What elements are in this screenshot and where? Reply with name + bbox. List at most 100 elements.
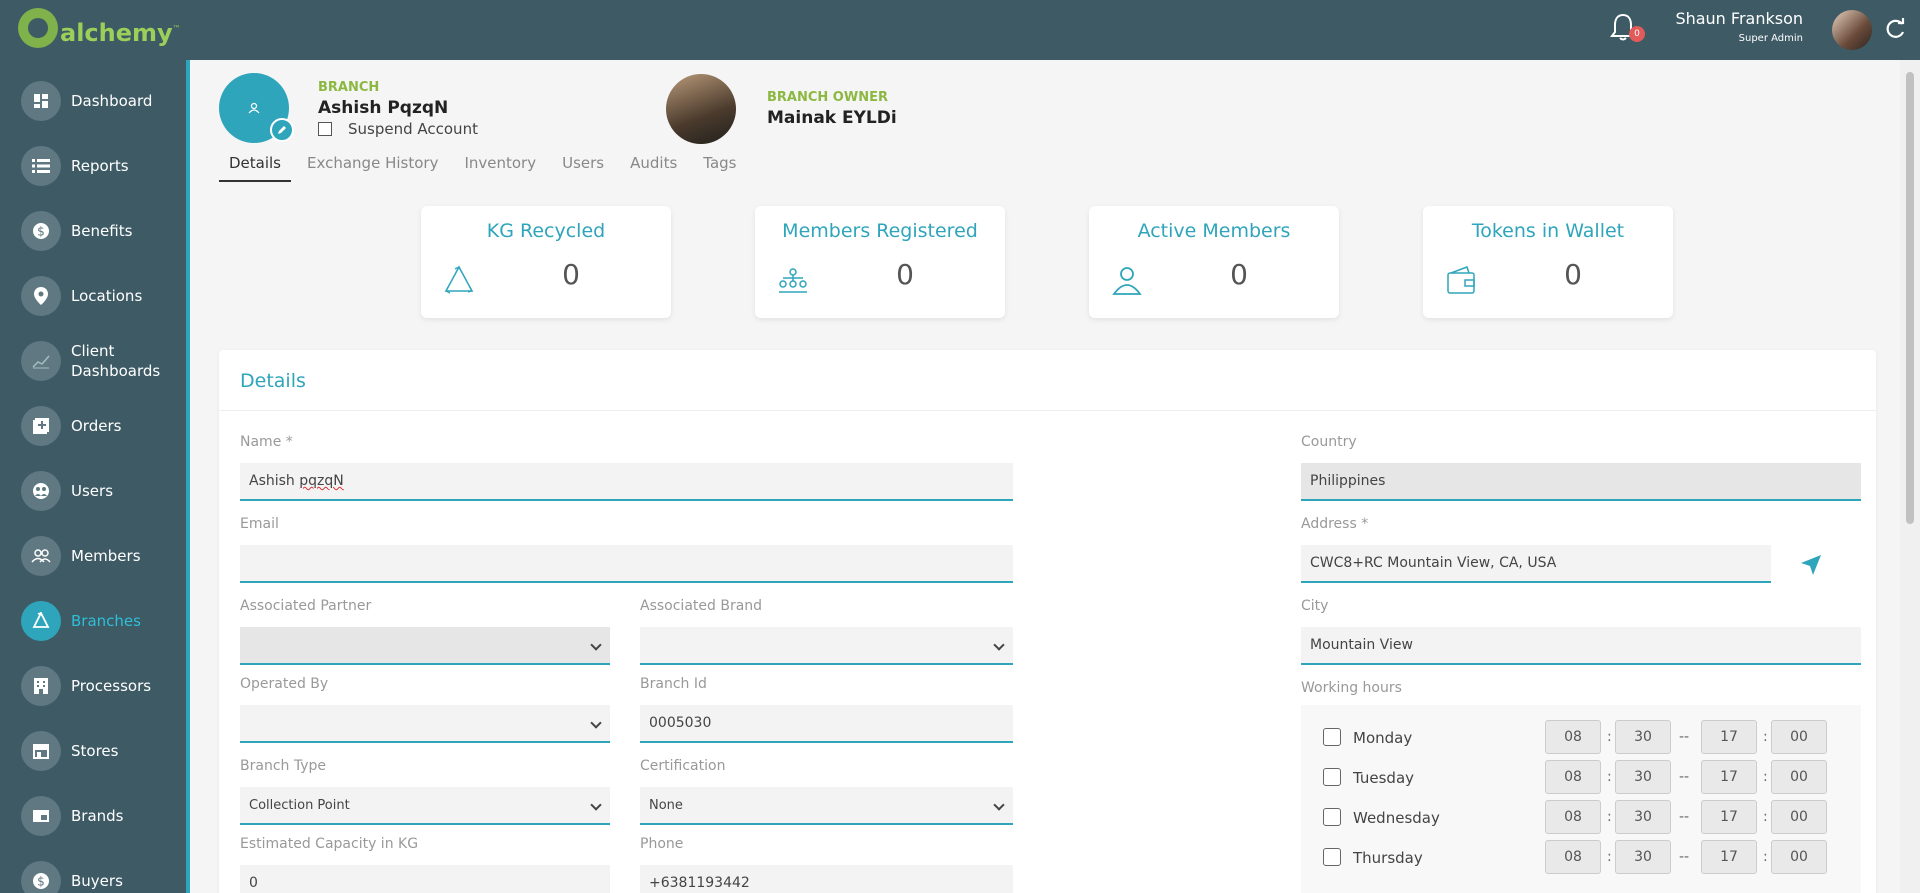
tab-details[interactable]: Details — [219, 154, 292, 182]
close-hour-input[interactable]: 17 — [1701, 800, 1757, 834]
range-separator: -- — [1679, 849, 1690, 865]
branch-type-select[interactable]: Collection Point — [240, 787, 610, 825]
sidebar-item-reports[interactable]: Reports — [0, 138, 186, 194]
day-checkbox[interactable] — [1323, 768, 1341, 786]
svg-text:$: $ — [37, 225, 45, 239]
close-hour-input[interactable]: 17 — [1701, 720, 1757, 754]
dollar-icon: $ — [21, 211, 61, 251]
close-minute-input[interactable]: 00 — [1771, 840, 1827, 874]
day-name: Wednesday — [1353, 809, 1440, 827]
city-input[interactable]: Mountain View — [1301, 627, 1861, 665]
tab-inventory[interactable]: Inventory — [454, 154, 546, 182]
open-minute-input[interactable]: 30 — [1615, 840, 1671, 874]
associated-brand-label: Associated Brand — [640, 598, 763, 614]
sidebar-item-branches[interactable]: Branches — [0, 593, 186, 649]
day-row-wednesday: Wednesday 08 : 30 -- 17 : 00 — [1323, 800, 1843, 834]
day-name: Tuesday — [1353, 769, 1415, 787]
operated-by-label: Operated By — [240, 676, 329, 692]
sidebar-item-orders[interactable]: Orders — [0, 398, 186, 454]
sidebar-item-label-line1: Client — [71, 342, 115, 360]
certification-select[interactable]: None — [640, 787, 1013, 825]
dashboard-icon — [21, 81, 61, 121]
open-hour-input[interactable]: 08 — [1545, 720, 1601, 754]
tab-exchange-history[interactable]: Exchange History — [297, 154, 448, 182]
day-checkbox[interactable] — [1323, 848, 1341, 866]
open-hour-input[interactable]: 08 — [1545, 840, 1601, 874]
branch-name: Ashish PqzqN — [318, 98, 449, 118]
stat-value: 0 — [562, 258, 580, 291]
stat-card-kg-recycled: KG Recycled 0 — [421, 206, 671, 318]
address-label: Address * — [1301, 516, 1369, 532]
branch-id-input[interactable]: 0005030 — [640, 705, 1013, 743]
tab-tags[interactable]: Tags — [693, 154, 746, 182]
stat-value: 0 — [1564, 258, 1582, 291]
logo-text: alchemy — [60, 19, 173, 47]
navigation-arrow-icon[interactable] — [1799, 553, 1823, 577]
operated-by-select[interactable] — [240, 705, 610, 743]
associated-brand-select[interactable] — [640, 627, 1013, 665]
user-name[interactable]: Shaun Frankson — [1675, 9, 1803, 28]
close-minute-input[interactable]: 00 — [1771, 800, 1827, 834]
sidebar-item-label: Orders — [71, 417, 122, 435]
country-input[interactable]: Philippines — [1301, 463, 1861, 501]
range-separator: -- — [1679, 729, 1690, 745]
sidebar-item-dashboard[interactable]: Dashboard — [0, 73, 186, 129]
stat-card-active-members: Active Members 0 — [1089, 206, 1339, 318]
sidebar-item-label: Users — [71, 482, 114, 500]
working-hours-panel: Monday 08 : 30 -- 17 : 00 Tuesday 08 : 3… — [1301, 705, 1861, 893]
open-minute-input[interactable]: 30 — [1615, 760, 1671, 794]
close-minute-input[interactable]: 00 — [1771, 720, 1827, 754]
edit-avatar-button[interactable] — [270, 118, 294, 142]
refresh-icon[interactable] — [1885, 18, 1907, 40]
associated-partner-select[interactable] — [240, 627, 610, 665]
associated-partner-label: Associated Partner — [240, 598, 372, 614]
sidebar-item-label-line2: Dashboards — [71, 362, 161, 380]
stat-card-tokens-in-wallet: Tokens in Wallet 0 — [1423, 206, 1673, 318]
open-hour-input[interactable]: 08 — [1545, 800, 1601, 834]
sidebar-item-client-dashboards[interactable]: Client Dashboards — [0, 333, 186, 389]
time-separator: : — [1763, 809, 1768, 825]
sidebar-item-buyers[interactable]: $ Buyers — [0, 853, 186, 893]
email-input[interactable] — [240, 545, 1013, 583]
open-minute-input[interactable]: 30 — [1615, 720, 1671, 754]
user-avatar[interactable] — [1832, 10, 1872, 50]
branch-id-label: Branch Id — [640, 676, 707, 692]
sidebar-item-benefits[interactable]: $ Benefits — [0, 203, 186, 259]
scrollbar-thumb[interactable] — [1906, 72, 1914, 524]
estimated-capacity-input[interactable]: 0 — [240, 865, 610, 893]
address-input[interactable]: CWC8+RC Mountain View, CA, USA — [1301, 545, 1771, 583]
day-checkbox[interactable] — [1323, 728, 1341, 746]
open-hour-input[interactable]: 08 — [1545, 760, 1601, 794]
close-hour-input[interactable]: 17 — [1701, 840, 1757, 874]
tab-audits[interactable]: Audits — [620, 154, 687, 182]
sidebar-item-stores[interactable]: Stores — [0, 723, 186, 779]
svg-text:$: $ — [37, 875, 45, 889]
day-checkbox[interactable] — [1323, 808, 1341, 826]
tab-users[interactable]: Users — [552, 154, 614, 182]
sidebar-item-brands[interactable]: Brands — [0, 788, 186, 844]
name-input[interactable]: Ashish pqzqN — [240, 463, 1013, 501]
sidebar-item-users[interactable]: Users — [0, 463, 186, 519]
open-minute-input[interactable]: 30 — [1615, 800, 1671, 834]
suspend-account-toggle[interactable]: Suspend Account — [318, 120, 478, 138]
close-minute-input[interactable]: 00 — [1771, 760, 1827, 794]
suspend-account-checkbox[interactable] — [318, 122, 332, 136]
sidebar-item-locations[interactable]: Locations — [0, 268, 186, 324]
details-title: Details — [240, 370, 306, 392]
close-hour-input[interactable]: 17 — [1701, 760, 1757, 794]
add-box-icon — [21, 406, 61, 446]
sidebar-item-label: Branches — [71, 612, 141, 630]
name-label: Name * — [240, 434, 293, 450]
day-row-monday: Monday 08 : 30 -- 17 : 00 — [1323, 720, 1843, 754]
building-icon — [21, 666, 61, 706]
sidebar-item-members[interactable]: Members — [0, 528, 186, 584]
list-icon — [21, 146, 61, 186]
sidebar: Dashboard Reports $ Benefits Locations C… — [0, 60, 186, 893]
alchemy-logo[interactable]: alchemy ™ — [18, 8, 181, 48]
sidebar-item-processors[interactable]: Processors — [0, 658, 186, 714]
phone-input[interactable]: +6381193442 — [640, 865, 1013, 893]
tab-bar: Details Exchange History Inventory Users… — [219, 154, 753, 182]
day-row-thursday: Thursday 08 : 30 -- 17 : 00 — [1323, 840, 1843, 874]
day-name: Monday — [1353, 729, 1413, 747]
stat-title: KG Recycled — [486, 220, 606, 242]
